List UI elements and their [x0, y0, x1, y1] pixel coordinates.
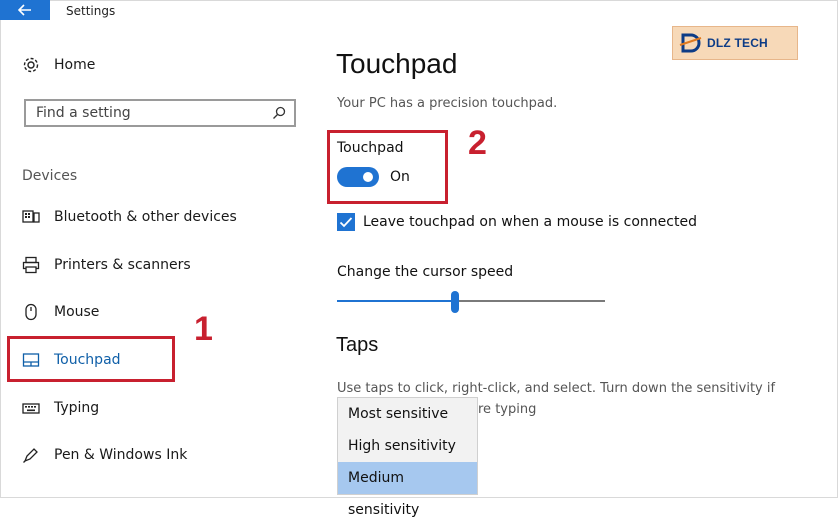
touchpad-toggle[interactable] [337, 167, 379, 187]
keyboard-icon [22, 399, 40, 417]
taps-heading: Taps [336, 334, 379, 356]
logo-mark-icon [679, 33, 702, 53]
slider-thumb[interactable] [450, 291, 459, 313]
touchpad-setting-label: Touchpad [337, 140, 404, 156]
cursor-speed-label: Change the cursor speed [337, 264, 514, 280]
dropdown-option-medium-sensitivity[interactable]: Medium sensitivity [338, 462, 477, 518]
taps-description-line-1: Use taps to click, right-click, and sele… [337, 381, 776, 396]
section-label-devices: Devices [22, 168, 78, 184]
bluetooth-devices-icon [22, 208, 40, 226]
sidebar-item-label: Bluetooth & other devices [54, 209, 237, 225]
sidebar-item-label: Mouse [54, 304, 100, 320]
cursor-speed-slider[interactable] [337, 290, 605, 314]
pen-icon [22, 446, 40, 464]
highlight-box-touchpad-nav [7, 336, 175, 382]
sensitivity-dropdown[interactable]: Most sensitive High sensitivity Medium s… [337, 397, 478, 518]
printer-icon [22, 256, 40, 274]
leave-touchpad-on-checkbox[interactable] [337, 213, 355, 231]
search-icon[interactable] [272, 106, 286, 120]
annotation-marker-2: 2 [468, 124, 487, 162]
logo-text: DLZ TECH [707, 36, 768, 50]
sidebar-item-bluetooth[interactable]: Bluetooth & other devices [22, 208, 237, 226]
sidebar-home-label: Home [54, 57, 96, 73]
back-arrow-icon [18, 4, 31, 16]
slider-fill [337, 300, 455, 302]
page-title: Touchpad [336, 48, 458, 79]
gear-icon [23, 57, 39, 73]
checkbox-label: Leave touchpad on when a mouse is connec… [363, 214, 697, 230]
leave-touchpad-on-row[interactable]: Leave touchpad on when a mouse is connec… [337, 213, 697, 231]
sidebar-item-printers[interactable]: Printers & scanners [22, 256, 191, 274]
checkmark-icon [339, 217, 353, 228]
toggle-knob [363, 172, 373, 182]
toggle-state-label: On [390, 169, 410, 185]
dropdown-option-most-sensitive[interactable]: Most sensitive [338, 398, 477, 430]
search-box[interactable] [24, 99, 296, 127]
sidebar-home[interactable]: Home [22, 56, 95, 74]
window-title: Settings [66, 4, 116, 18]
mouse-icon [22, 303, 40, 321]
annotation-marker-1: 1 [194, 310, 213, 348]
sidebar-item-mouse[interactable]: Mouse [22, 303, 99, 321]
dropdown-option-high-sensitivity[interactable]: High sensitivity [338, 430, 477, 462]
sidebar-item-label: Typing [54, 400, 100, 416]
page-subtitle: Your PC has a precision touchpad. [337, 96, 558, 111]
sidebar-item-label: Printers & scanners [54, 257, 191, 273]
dlz-tech-logo: DLZ TECH [672, 26, 798, 60]
sidebar-item-typing[interactable]: Typing [22, 399, 99, 417]
back-button[interactable] [0, 0, 50, 20]
sidebar-item-label: Pen & Windows Ink [54, 447, 188, 463]
sidebar-item-pen[interactable]: Pen & Windows Ink [22, 446, 187, 464]
search-input[interactable] [36, 105, 256, 121]
